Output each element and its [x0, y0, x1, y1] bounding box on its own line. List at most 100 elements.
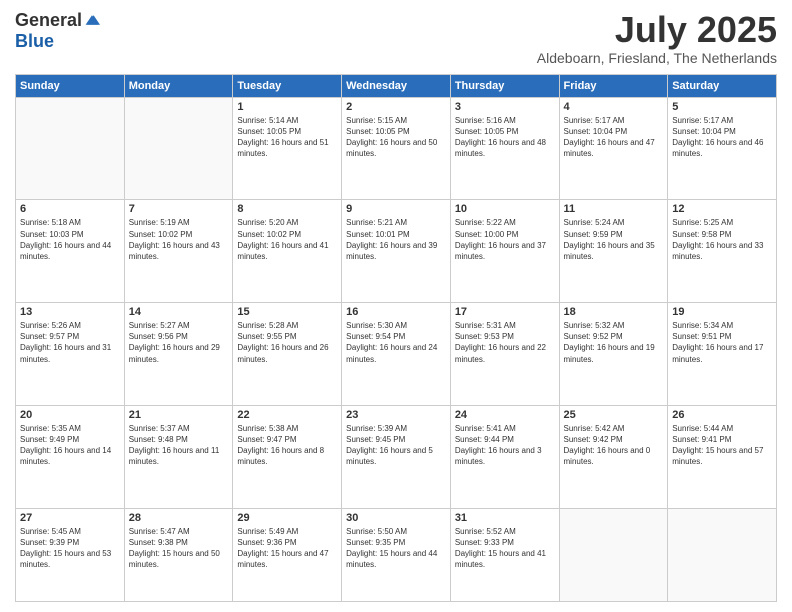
month-title: July 2025: [537, 10, 777, 50]
day-number: 17: [455, 306, 555, 318]
day-number: 29: [237, 512, 337, 524]
day-number: 6: [20, 203, 120, 215]
calendar-cell: 22 Sunrise: 5:38 AM Sunset: 9:47 PM Dayli…: [233, 405, 342, 508]
day-info: Sunrise: 5:30 AM Sunset: 9:54 PM Dayligh…: [346, 320, 446, 365]
day-info: Sunrise: 5:38 AM Sunset: 9:47 PM Dayligh…: [237, 423, 337, 468]
header: General Blue July 2025 Aldeboarn, Friesl…: [15, 10, 777, 66]
calendar-cell: 25 Sunrise: 5:42 AM Sunset: 9:42 PM Dayli…: [559, 405, 668, 508]
day-number: 18: [564, 306, 664, 318]
day-number: 22: [237, 409, 337, 421]
day-number: 5: [672, 101, 772, 113]
day-number: 14: [129, 306, 229, 318]
calendar-cell: 15 Sunrise: 5:28 AM Sunset: 9:55 PM Dayli…: [233, 303, 342, 406]
day-info: Sunrise: 5:17 AM Sunset: 10:04 PM Daylig…: [672, 115, 772, 160]
calendar-cell: 23Sunrise: 5:39 AM Sunset: 9:45 PM Dayli…: [342, 405, 451, 508]
day-info: Sunrise: 5:15 AM Sunset: 10:05 PM Daylig…: [346, 115, 446, 160]
calendar-week-4: 20 Sunrise: 5:35 AM Sunset: 9:49 PM Dayli…: [16, 405, 777, 508]
day-info: Sunrise: 5:50 AM Sunset: 9:35 PM Dayligh…: [346, 526, 446, 571]
calendar-header-wednesday: Wednesday: [342, 74, 451, 97]
calendar-cell: 19 Sunrise: 5:34 AM Sunset: 9:51 PM Dayli…: [668, 303, 777, 406]
day-number: 24: [455, 409, 555, 421]
logo-general: General: [15, 10, 82, 31]
calendar-cell: 31Sunrise: 5:52 AM Sunset: 9:33 PM Dayli…: [450, 508, 559, 601]
day-info: Sunrise: 5:49 AM Sunset: 9:36 PM Dayligh…: [237, 526, 337, 571]
day-number: 16: [346, 306, 446, 318]
calendar-table: SundayMondayTuesdayWednesdayThursdayFrid…: [15, 74, 777, 602]
calendar-header-sunday: Sunday: [16, 74, 125, 97]
day-info: Sunrise: 5:20 AM Sunset: 10:02 PM Daylig…: [237, 217, 337, 262]
day-number: 15: [237, 306, 337, 318]
calendar-cell: 29 Sunrise: 5:49 AM Sunset: 9:36 PM Dayli…: [233, 508, 342, 601]
day-info: Sunrise: 5:44 AM Sunset: 9:41 PM Dayligh…: [672, 423, 772, 468]
day-info: Sunrise: 5:25 AM Sunset: 9:58 PM Dayligh…: [672, 217, 772, 262]
day-number: 21: [129, 409, 229, 421]
day-info: Sunrise: 5:21 AM Sunset: 10:01 PM Daylig…: [346, 217, 446, 262]
day-number: 31: [455, 512, 555, 524]
calendar-header-saturday: Saturday: [668, 74, 777, 97]
calendar-cell: 27 Sunrise: 5:45 AM Sunset: 9:39 PM Dayli…: [16, 508, 125, 601]
day-number: 10: [455, 203, 555, 215]
day-number: 28: [129, 512, 229, 524]
calendar-header-tuesday: Tuesday: [233, 74, 342, 97]
calendar-cell: [124, 97, 233, 200]
day-number: 4: [564, 101, 664, 113]
calendar-header-row: SundayMondayTuesdayWednesdayThursdayFrid…: [16, 74, 777, 97]
calendar-cell: 13Sunrise: 5:26 AM Sunset: 9:57 PM Dayli…: [16, 303, 125, 406]
calendar-cell: 14Sunrise: 5:27 AM Sunset: 9:56 PM Dayli…: [124, 303, 233, 406]
day-number: 20: [20, 409, 120, 421]
calendar-header-thursday: Thursday: [450, 74, 559, 97]
calendar-header-friday: Friday: [559, 74, 668, 97]
calendar-cell: 21Sunrise: 5:37 AM Sunset: 9:48 PM Dayli…: [124, 405, 233, 508]
logo-blue: Blue: [15, 31, 54, 52]
calendar-cell: 8 Sunrise: 5:20 AM Sunset: 10:02 PM Dayli…: [233, 200, 342, 303]
calendar-cell: 11Sunrise: 5:24 AM Sunset: 9:59 PM Dayli…: [559, 200, 668, 303]
logo-icon: [84, 12, 100, 28]
day-info: Sunrise: 5:32 AM Sunset: 9:52 PM Dayligh…: [564, 320, 664, 365]
calendar-week-3: 13Sunrise: 5:26 AM Sunset: 9:57 PM Dayli…: [16, 303, 777, 406]
calendar-week-1: 1Sunrise: 5:14 AM Sunset: 10:05 PM Dayli…: [16, 97, 777, 200]
day-info: Sunrise: 5:16 AM Sunset: 10:05 PM Daylig…: [455, 115, 555, 160]
calendar-cell: 5 Sunrise: 5:17 AM Sunset: 10:04 PM Dayli…: [668, 97, 777, 200]
day-number: 3: [455, 101, 555, 113]
calendar-cell: [559, 508, 668, 601]
day-number: 13: [20, 306, 120, 318]
day-info: Sunrise: 5:42 AM Sunset: 9:42 PM Dayligh…: [564, 423, 664, 468]
day-info: Sunrise: 5:34 AM Sunset: 9:51 PM Dayligh…: [672, 320, 772, 365]
day-info: Sunrise: 5:19 AM Sunset: 10:02 PM Daylig…: [129, 217, 229, 262]
logo: General Blue: [15, 10, 100, 52]
day-info: Sunrise: 5:28 AM Sunset: 9:55 PM Dayligh…: [237, 320, 337, 365]
calendar-cell: 30 Sunrise: 5:50 AM Sunset: 9:35 PM Dayli…: [342, 508, 451, 601]
calendar-cell: 12 Sunrise: 5:25 AM Sunset: 9:58 PM Dayli…: [668, 200, 777, 303]
day-info: Sunrise: 5:45 AM Sunset: 9:39 PM Dayligh…: [20, 526, 120, 571]
day-info: Sunrise: 5:14 AM Sunset: 10:05 PM Daylig…: [237, 115, 337, 160]
calendar-week-5: 27 Sunrise: 5:45 AM Sunset: 9:39 PM Dayli…: [16, 508, 777, 601]
day-number: 8: [237, 203, 337, 215]
page: General Blue July 2025 Aldeboarn, Friesl…: [0, 0, 792, 612]
day-number: 27: [20, 512, 120, 524]
calendar-cell: 28 Sunrise: 5:47 AM Sunset: 9:38 PM Dayli…: [124, 508, 233, 601]
day-number: 12: [672, 203, 772, 215]
calendar-cell: 4 Sunrise: 5:17 AM Sunset: 10:04 PM Dayli…: [559, 97, 668, 200]
day-number: 19: [672, 306, 772, 318]
day-info: Sunrise: 5:47 AM Sunset: 9:38 PM Dayligh…: [129, 526, 229, 571]
calendar-cell: 26Sunrise: 5:44 AM Sunset: 9:41 PM Dayli…: [668, 405, 777, 508]
calendar-cell: 1Sunrise: 5:14 AM Sunset: 10:05 PM Dayli…: [233, 97, 342, 200]
day-info: Sunrise: 5:22 AM Sunset: 10:00 PM Daylig…: [455, 217, 555, 262]
calendar-cell: 9 Sunrise: 5:21 AM Sunset: 10:01 PM Dayli…: [342, 200, 451, 303]
calendar-cell: 20 Sunrise: 5:35 AM Sunset: 9:49 PM Dayli…: [16, 405, 125, 508]
day-number: 7: [129, 203, 229, 215]
calendar-cell: 10 Sunrise: 5:22 AM Sunset: 10:00 PM Dayl…: [450, 200, 559, 303]
day-number: 25: [564, 409, 664, 421]
day-info: Sunrise: 5:18 AM Sunset: 10:03 PM Daylig…: [20, 217, 120, 262]
day-info: Sunrise: 5:41 AM Sunset: 9:44 PM Dayligh…: [455, 423, 555, 468]
day-number: 23: [346, 409, 446, 421]
location-title: Aldeboarn, Friesland, The Netherlands: [537, 50, 777, 66]
day-info: Sunrise: 5:17 AM Sunset: 10:04 PM Daylig…: [564, 115, 664, 160]
day-info: Sunrise: 5:35 AM Sunset: 9:49 PM Dayligh…: [20, 423, 120, 468]
calendar-cell: 16 Sunrise: 5:30 AM Sunset: 9:54 PM Dayli…: [342, 303, 451, 406]
calendar-cell: 6 Sunrise: 5:18 AM Sunset: 10:03 PM Dayli…: [16, 200, 125, 303]
day-number: 9: [346, 203, 446, 215]
day-number: 2: [346, 101, 446, 113]
day-number: 30: [346, 512, 446, 524]
title-block: July 2025 Aldeboarn, Friesland, The Neth…: [537, 10, 777, 66]
